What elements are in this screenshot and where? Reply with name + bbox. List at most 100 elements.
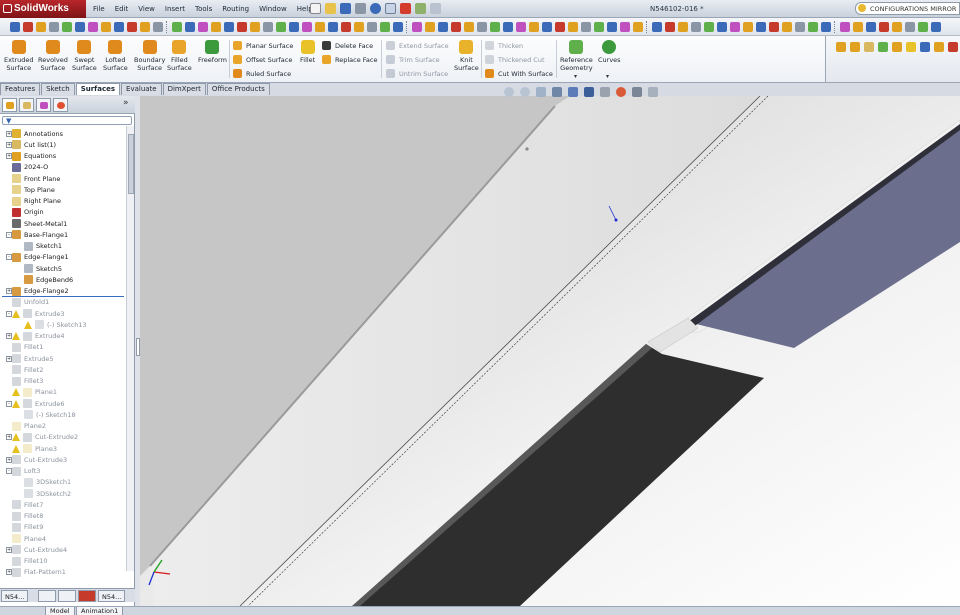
feature-icon[interactable]	[464, 22, 474, 32]
hide-show-items-icon[interactable]	[600, 87, 610, 97]
feature-icon[interactable]	[36, 22, 46, 32]
file-properties-icon[interactable]	[415, 3, 426, 14]
tree-item-fillet7[interactable]: Fillet7	[12, 499, 43, 510]
tree-item-front-plane[interactable]: Front Plane	[12, 173, 60, 184]
open-folder-icon[interactable]	[325, 3, 336, 14]
tree-item-2024-o[interactable]: 2024-O	[12, 162, 48, 173]
curves-dropdown-icon[interactable]: ▾	[606, 73, 609, 80]
extruded-surface-button[interactable]: Extruded Surface	[4, 40, 34, 72]
tab-dimxpert[interactable]: DimXpert	[162, 83, 206, 95]
dimension-icon[interactable]	[393, 22, 403, 32]
collapse-icon[interactable]: -	[6, 254, 12, 261]
menu-file[interactable]: File	[88, 0, 110, 18]
sheet-metal-tool-icon[interactable]	[836, 42, 846, 52]
cut-with-surface-button[interactable]: Cut With Surface	[485, 69, 553, 78]
tree-item-loft3[interactable]: - Loft3	[6, 466, 40, 477]
feature-icon[interactable]	[354, 22, 364, 32]
collapse-icon[interactable]: -	[6, 310, 12, 317]
tree-item-fillet10[interactable]: Fillet10	[12, 556, 48, 567]
relation-icon[interactable]	[840, 22, 850, 32]
menu-view[interactable]: View	[133, 0, 160, 18]
tree-item-extrude6[interactable]: - Extrude6	[6, 398, 65, 409]
new-document-icon[interactable]	[310, 3, 321, 14]
thickened-cut-button[interactable]: Thickened Cut	[485, 55, 545, 64]
toolbar-grip[interactable]	[406, 21, 408, 33]
tool-icon[interactable]	[211, 22, 221, 32]
rebuild-icon[interactable]	[769, 22, 779, 32]
feature-icon[interactable]	[140, 22, 150, 32]
tool-icon[interactable]	[425, 22, 435, 32]
tab-animation[interactable]: Animation1	[76, 607, 124, 615]
tree-item-cut-extrude4[interactable]: + Cut-Extrude4	[6, 544, 67, 555]
expand-icon[interactable]: +	[6, 130, 12, 137]
tree-item-sketch13[interactable]: (-) Sketch13	[24, 319, 87, 330]
sheet-metal-tool-icon[interactable]	[948, 42, 958, 52]
expand-icon[interactable]: +	[6, 141, 12, 148]
planar-surface-button[interactable]: Planar Surface	[233, 41, 293, 50]
property-manager-tab[interactable]	[19, 98, 34, 112]
sketch-icon[interactable]	[62, 22, 72, 32]
rebuild-icon[interactable]	[127, 22, 137, 32]
menu-insert[interactable]: Insert	[160, 0, 190, 18]
tree-item-sketch18[interactable]: (-) Sketch18	[24, 409, 76, 420]
extend-surface-button[interactable]: Extend Surface	[386, 41, 449, 50]
tab-evaluate[interactable]: Evaluate	[121, 83, 162, 95]
scrollbar-thumb[interactable]	[128, 134, 134, 194]
sketch-icon[interactable]	[594, 22, 604, 32]
display-icon[interactable]	[49, 22, 59, 32]
view-orient-icon[interactable]	[10, 22, 20, 32]
toolbar-grip[interactable]	[166, 21, 168, 33]
rebuild-icon[interactable]	[879, 22, 889, 32]
feature-icon[interactable]	[892, 22, 902, 32]
tree-item-fillet9[interactable]: Fillet9	[12, 522, 43, 533]
rollback-bar[interactable]	[2, 296, 124, 297]
tree-item-right-plane[interactable]: Right Plane	[12, 196, 61, 207]
help-icon[interactable]	[858, 4, 866, 12]
display-icon[interactable]	[795, 22, 805, 32]
tree-item-equations[interactable]: + Equations	[6, 151, 56, 162]
undo-icon[interactable]	[370, 3, 381, 14]
display-icon[interactable]	[905, 22, 915, 32]
tree-item-sketch5[interactable]: Sketch5	[24, 263, 62, 274]
tree-item-fillet3[interactable]: Fillet3	[12, 376, 43, 387]
curves-button[interactable]: Curves	[598, 40, 621, 64]
sketch-icon[interactable]	[490, 22, 500, 32]
section-view-icon[interactable]	[552, 87, 562, 97]
tab-model[interactable]: Model	[45, 607, 75, 615]
model-view[interactable]	[140, 96, 960, 606]
sheet-metal-tool-icon[interactable]	[892, 42, 902, 52]
sheet-metal-tool-icon[interactable]	[934, 42, 944, 52]
tree-item-edgebend6[interactable]: EdgeBend6	[24, 274, 73, 285]
collapse-icon[interactable]: -	[6, 400, 12, 407]
tool-icon[interactable]	[315, 22, 325, 32]
view-orientation-icon[interactable]	[568, 87, 578, 97]
view-orient-icon[interactable]	[866, 22, 876, 32]
tree-item-plane2[interactable]: Plane2	[12, 421, 46, 432]
feature-icon[interactable]	[678, 22, 688, 32]
feature-icon[interactable]	[782, 22, 792, 32]
expand-panel-icon[interactable]: »	[123, 98, 129, 108]
tab-features[interactable]: Features	[0, 83, 41, 95]
view-orient-icon[interactable]	[224, 22, 234, 32]
tree-item-extrude5[interactable]: + Extrude5	[6, 353, 54, 364]
sheet-metal-tool-icon[interactable]	[850, 42, 860, 52]
dimension-icon[interactable]	[75, 22, 85, 32]
tree-item-3dsketch1[interactable]: 3DSketch1	[24, 477, 71, 488]
thicken-button[interactable]: Thicken	[485, 41, 523, 50]
collapse-icon[interactable]: -	[6, 231, 12, 238]
tab-sketch[interactable]: Sketch	[41, 83, 75, 95]
menu-routing[interactable]: Routing	[217, 0, 254, 18]
tab-surfaces[interactable]: Surfaces	[75, 83, 121, 95]
menu-edit[interactable]: Edit	[110, 0, 134, 18]
view-settings-icon[interactable]	[648, 87, 658, 97]
tree-item-sketch1[interactable]: Sketch1	[24, 241, 62, 252]
trim-surface-button[interactable]: Trim Surface	[386, 55, 440, 64]
save-icon[interactable]	[340, 3, 351, 14]
tree-item-cut-extrude3[interactable]: + Cut-Extrude3	[6, 454, 67, 465]
relation-icon[interactable]	[620, 22, 630, 32]
menu-window[interactable]: Window	[254, 0, 292, 18]
relation-icon[interactable]	[198, 22, 208, 32]
dimension-icon[interactable]	[289, 22, 299, 32]
view-orient-icon[interactable]	[652, 22, 662, 32]
filled-surface-button[interactable]: Filled Surface	[167, 40, 192, 72]
